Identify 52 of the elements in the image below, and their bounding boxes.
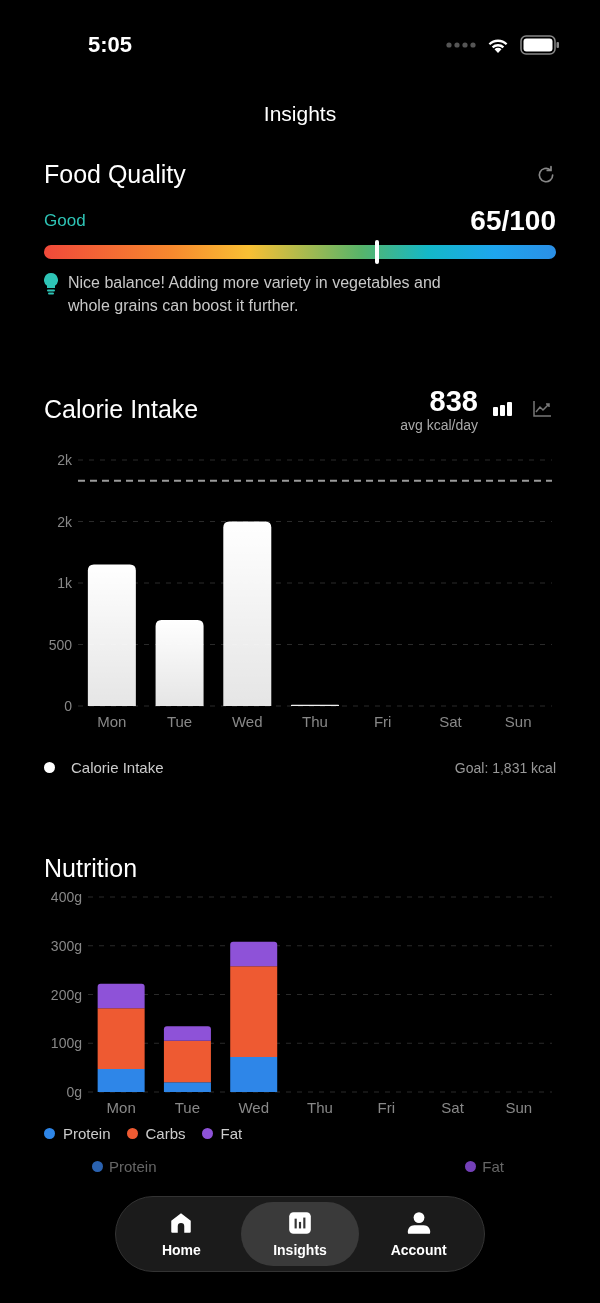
bar-chart-icon xyxy=(492,401,514,417)
goal-label: Goal: 1,831 kcal xyxy=(454,759,556,776)
axis-label: 200g xyxy=(50,986,82,1003)
axis-label: 100g xyxy=(50,1035,82,1052)
page-title: Insights xyxy=(262,102,338,126)
axis-label: Fri xyxy=(377,1099,396,1116)
axis-label: Thu xyxy=(302,713,328,730)
axis-label: Thu xyxy=(307,1099,333,1116)
quality-rating: Good xyxy=(44,211,86,231)
axis-label: 300g xyxy=(50,937,82,954)
axis-label: Sat xyxy=(441,1099,464,1116)
section-title: Calorie Intake xyxy=(44,394,199,424)
tab[interactable]: Home xyxy=(122,1202,241,1266)
person-icon xyxy=(405,1210,432,1236)
legend-label: Calorie Intake xyxy=(71,759,164,776)
battery-icon xyxy=(520,35,560,55)
tab[interactable]: Insights xyxy=(240,1202,360,1266)
axis-label: Tue xyxy=(174,1099,201,1116)
axis-label: 2k xyxy=(57,513,72,530)
lightbulb-icon xyxy=(44,273,58,295)
tab[interactable]: Account xyxy=(359,1202,478,1266)
axis-label: Wed xyxy=(232,713,263,730)
line-chart-icon xyxy=(532,400,552,418)
status-time: 5:05 xyxy=(88,32,133,58)
macro-label: Protein xyxy=(109,1158,157,1175)
legend-label: Carbs xyxy=(145,1125,186,1142)
quality-score: 65/100 xyxy=(470,205,556,237)
macro-label: Fat xyxy=(482,1158,504,1175)
axis-label: 0g xyxy=(66,1084,82,1100)
axis-label: Sat xyxy=(439,713,462,730)
axis-label: 0 xyxy=(64,698,72,714)
axis-label: 400g xyxy=(50,889,82,905)
legend-label: Fat xyxy=(220,1125,243,1142)
axis-label: Tue xyxy=(166,713,193,730)
axis-label: Sun xyxy=(504,713,532,730)
section-title: Nutrition xyxy=(44,854,139,883)
section-title: Food Quality xyxy=(44,160,186,189)
axis-label: Mon xyxy=(97,713,127,730)
legend-label: Protein xyxy=(63,1125,111,1142)
average-label: avg kcal/day xyxy=(400,417,478,433)
axis-label: 500 xyxy=(48,636,72,653)
axis-label: 1k xyxy=(57,575,72,591)
axis-label: Wed xyxy=(238,1099,269,1116)
axis-label: Fri xyxy=(373,713,392,730)
tip-text: Nice balance! Adding more variety in vegetables and whole grains can boost it further. xyxy=(68,273,442,316)
average-value: 838 xyxy=(429,385,478,417)
refresh-icon[interactable] xyxy=(536,164,556,185)
axis-label: Mon xyxy=(106,1099,136,1116)
axis-label: Sun xyxy=(505,1099,533,1116)
axis-label: 2k xyxy=(57,452,72,468)
bar-chart-icon xyxy=(287,1210,313,1236)
signal-icon xyxy=(446,42,476,48)
